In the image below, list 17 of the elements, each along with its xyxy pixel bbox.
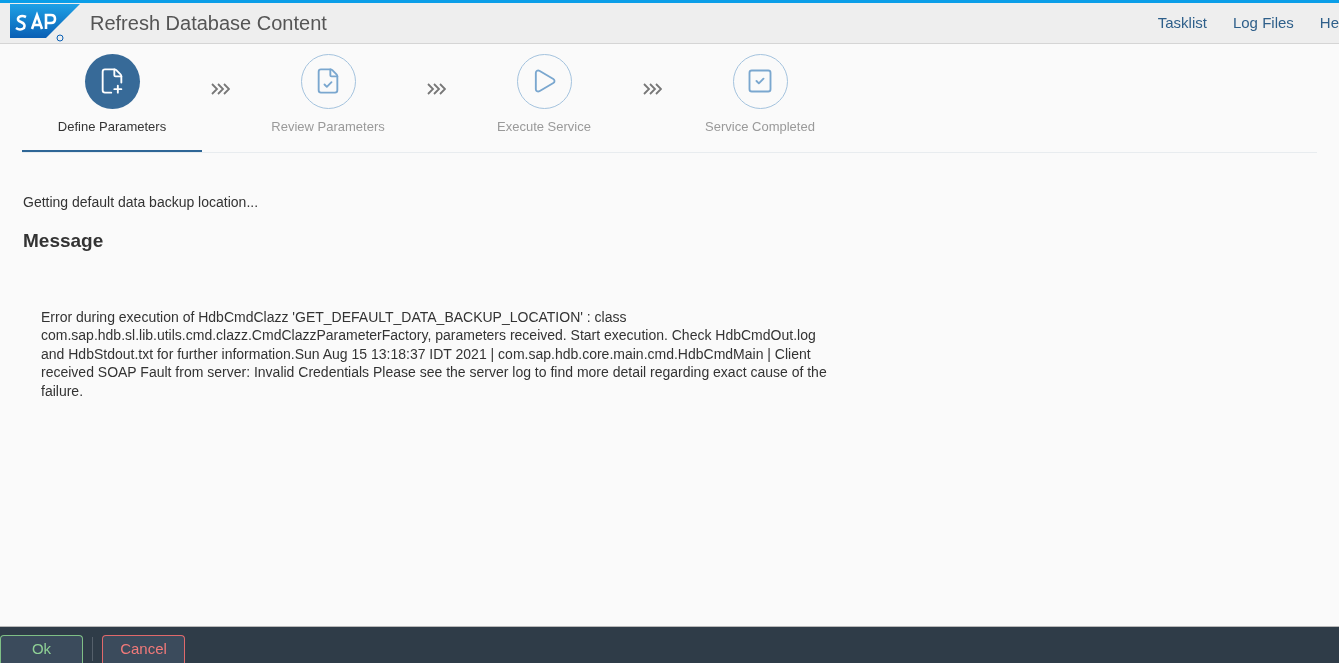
chevrons-icon [426,82,446,96]
page-title: Refresh Database Content [90,11,327,36]
logo-icon [10,4,82,42]
section-heading: Message [23,229,105,253]
chevrons-icon [210,82,230,96]
wizard-step-tab[interactable]: Service Completed [670,53,850,152]
header-link[interactable]: Tasklist [1157,11,1207,35]
header-link[interactable]: He [1319,11,1339,35]
chevrons-icon [642,82,662,96]
footer-button[interactable]: Ok [0,635,83,663]
footer-button[interactable]: Cancel [102,635,185,663]
wizard-step-tab[interactable]: Define Parameters [22,53,202,152]
wizard-step-tab[interactable]: Review Parameters [238,53,418,152]
error-message: Error during execution of HdbCmdClazz 'GET_DEFAULT_DATA_BACKUP_LOCATION' : class com.sap.hdb.sl.lib.utils.cmd.clazz.CmdClazzParameterFactory, parameters received. Start execution. Check HdbCmdOut.log and HdbStdout.txt for further information.Sun Aug 15 13:18:37 IDT 2021 | com.sap.hdb.core.main.cmd.HdbCmdMain | Client received SOAP Fault from server: Invalid Credentials Please see the server log to find more detail regarding exact cause of the failure. [41,307,828,400]
status-text: Getting default data backup location... [23,193,260,212]
wizard-step-tab[interactable]: Execute Service [454,53,634,152]
header-link[interactable]: Log Files [1232,11,1294,35]
